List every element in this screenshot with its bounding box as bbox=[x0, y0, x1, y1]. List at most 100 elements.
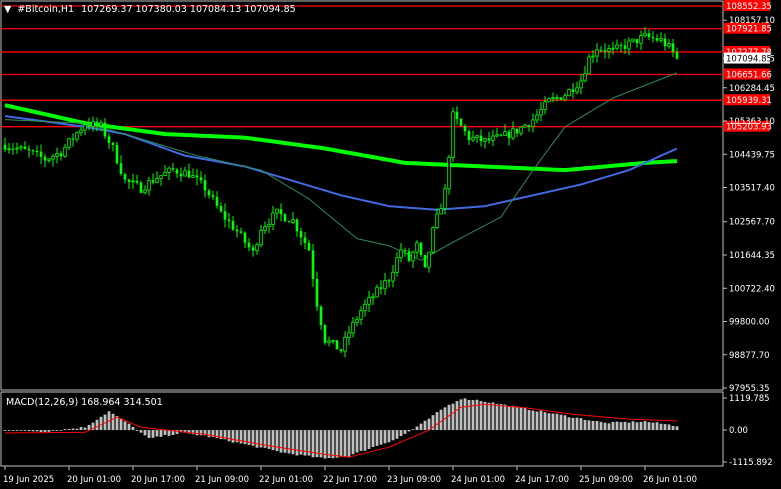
candle-body-bull[interactable] bbox=[51, 155, 55, 160]
candle-body-bear[interactable] bbox=[419, 242, 423, 255]
candle-body-bull[interactable] bbox=[567, 89, 571, 97]
candle-body-bear[interactable] bbox=[135, 180, 139, 183]
candle-body-bear[interactable] bbox=[559, 97, 563, 100]
candle-body-bull[interactable] bbox=[627, 40, 631, 50]
candle-body-bear[interactable] bbox=[27, 148, 31, 151]
candle-body-bull[interactable] bbox=[363, 303, 367, 312]
candle-body-bull[interactable] bbox=[443, 188, 447, 209]
candle-body-bull[interactable] bbox=[347, 332, 351, 338]
candle-body-bear[interactable] bbox=[171, 168, 175, 170]
candle-body-bull[interactable] bbox=[359, 310, 363, 320]
candle-body-bull[interactable] bbox=[75, 132, 79, 140]
candle-body-bear[interactable] bbox=[479, 135, 483, 142]
candle-body-bear[interactable] bbox=[211, 195, 215, 198]
candle-body-bear[interactable] bbox=[227, 219, 231, 222]
candle-body-bear[interactable] bbox=[239, 231, 243, 233]
candle-body-bear[interactable] bbox=[175, 169, 179, 174]
candle-body-bull[interactable] bbox=[639, 35, 643, 44]
candle-body-bear[interactable] bbox=[251, 247, 255, 251]
candle-body-bull[interactable] bbox=[275, 208, 279, 214]
candle-body-bull[interactable] bbox=[475, 135, 479, 138]
candle-body-bear[interactable] bbox=[287, 221, 291, 223]
candle-body-bear[interactable] bbox=[527, 125, 531, 127]
candle-body-bear[interactable] bbox=[647, 33, 651, 38]
candle-body-bull[interactable] bbox=[503, 131, 507, 137]
candle-body-bear[interactable] bbox=[655, 38, 659, 41]
candle-body-bull[interactable] bbox=[271, 212, 275, 225]
candle-body-bull[interactable] bbox=[471, 136, 475, 141]
candle-body-bull[interactable] bbox=[659, 38, 663, 41]
candle-body-bear[interactable] bbox=[651, 37, 655, 39]
candle-body-bear[interactable] bbox=[59, 153, 63, 157]
candle-body-bull[interactable] bbox=[327, 340, 331, 344]
candle-body-bear[interactable] bbox=[219, 205, 223, 212]
candle-body-bear[interactable] bbox=[279, 209, 283, 215]
candle-body-bear[interactable] bbox=[323, 325, 327, 343]
candle-body-bull[interactable] bbox=[55, 152, 59, 157]
candle-body-bull[interactable] bbox=[143, 189, 147, 194]
candle-body-bull[interactable] bbox=[147, 180, 151, 191]
candle-body-bear[interactable] bbox=[623, 45, 627, 49]
candle-body-bear[interactable] bbox=[675, 52, 679, 59]
candle-body-bear[interactable] bbox=[603, 50, 607, 52]
candle-body-bear[interactable] bbox=[215, 197, 219, 206]
candle-body-bear[interactable] bbox=[463, 125, 467, 132]
candle-body-bull[interactable] bbox=[15, 147, 19, 150]
candle-body-bull[interactable] bbox=[331, 339, 335, 342]
candle-body-bear[interactable] bbox=[199, 177, 203, 181]
candle-body-bear[interactable] bbox=[315, 278, 319, 307]
candle-body-bull[interactable] bbox=[191, 175, 195, 178]
candle-body-bear[interactable] bbox=[295, 219, 299, 232]
candle-body-bull[interactable] bbox=[563, 95, 567, 101]
candle-body-bear[interactable] bbox=[235, 229, 239, 232]
candle-body-bear[interactable] bbox=[39, 151, 43, 157]
candle-body-bull[interactable] bbox=[667, 43, 671, 47]
candle-body-bull[interactable] bbox=[483, 138, 487, 142]
candle-body-bull[interactable] bbox=[447, 156, 451, 190]
candle-body-bear[interactable] bbox=[499, 134, 503, 136]
candle-body-bull[interactable] bbox=[351, 321, 355, 334]
candle-body-bull[interactable] bbox=[439, 208, 443, 215]
candle-body-bear[interactable] bbox=[71, 138, 75, 140]
candle-body-bull[interactable] bbox=[47, 158, 51, 161]
trading-chart[interactable]: 108552.35107921.85107277.78106651.661059… bbox=[0, 0, 781, 489]
candle-body-bull[interactable] bbox=[495, 134, 499, 137]
candle-body-bear[interactable] bbox=[107, 136, 111, 143]
candle-body-bull[interactable] bbox=[583, 73, 587, 82]
candle-body-bull[interactable] bbox=[579, 80, 583, 89]
candle-body-bull[interactable] bbox=[427, 251, 431, 268]
candle-body-bull[interactable] bbox=[263, 226, 267, 231]
candle-body-bear[interactable] bbox=[139, 182, 143, 193]
candle-body-bear[interactable] bbox=[119, 163, 123, 175]
candle-body-bull[interactable] bbox=[575, 87, 579, 93]
candle-body-bear[interactable] bbox=[619, 44, 623, 46]
candle-body-bull[interactable] bbox=[547, 98, 551, 103]
candle-body-bear[interactable] bbox=[671, 43, 675, 53]
candle-body-bull[interactable] bbox=[415, 242, 419, 253]
candle-body-bear[interactable] bbox=[387, 280, 391, 282]
candle-body-bear[interactable] bbox=[127, 179, 131, 182]
candle-body-bear[interactable] bbox=[303, 237, 307, 243]
candle-body-bull[interactable] bbox=[611, 47, 615, 50]
candle-body-bull[interactable] bbox=[259, 230, 263, 246]
candle-body-bull[interactable] bbox=[391, 271, 395, 282]
candle-body-bull[interactable] bbox=[411, 251, 415, 262]
candle-body-bull[interactable] bbox=[355, 318, 359, 323]
candle-body-bull[interactable] bbox=[451, 111, 455, 158]
candle-body-bull[interactable] bbox=[519, 126, 523, 134]
candle-body-bear[interactable] bbox=[487, 138, 491, 141]
candle-body-bull[interactable] bbox=[375, 286, 379, 298]
candle-body-bull[interactable] bbox=[535, 114, 539, 121]
candle-body-bear[interactable] bbox=[95, 121, 99, 126]
candle-body-bear[interactable] bbox=[151, 180, 155, 183]
candle-body-bear[interactable] bbox=[195, 175, 199, 178]
candle-body-bull[interactable] bbox=[539, 109, 543, 116]
candle-body-bull[interactable] bbox=[631, 38, 635, 42]
candle-body-bear[interactable] bbox=[507, 131, 511, 139]
candle-body-bull[interactable] bbox=[19, 146, 23, 149]
candle-body-bear[interactable] bbox=[11, 148, 15, 150]
candle-body-bear[interactable] bbox=[247, 242, 251, 248]
candle-body-bear[interactable] bbox=[283, 214, 287, 222]
candle-body-bear[interactable] bbox=[467, 131, 471, 140]
candle-body-bear[interactable] bbox=[231, 221, 235, 230]
